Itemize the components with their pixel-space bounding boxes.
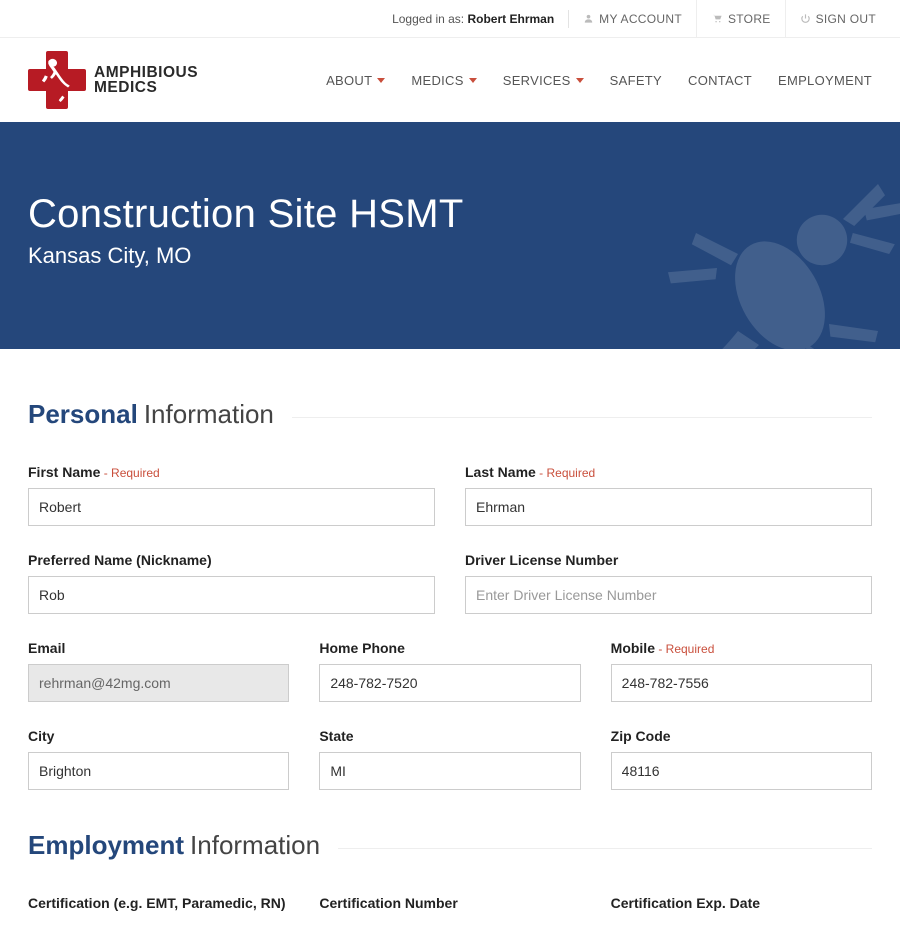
driver-license-input[interactable]: [465, 576, 872, 614]
logged-in-username: Robert Ehrman: [467, 12, 554, 26]
city-input[interactable]: [28, 752, 289, 790]
gecko-icon: [28, 51, 86, 109]
cart-icon: [711, 13, 723, 24]
personal-info-heading: Personal Information: [28, 399, 872, 430]
user-icon: [583, 13, 594, 24]
decorative-gecko-icon: [640, 142, 900, 349]
cert-exp-label: Certification Exp. Date: [611, 895, 872, 911]
first-name-label: First Name - Required: [28, 464, 435, 480]
hero-banner: Construction Site HSMT Kansas City, MO: [0, 122, 900, 349]
store-label: STORE: [728, 12, 771, 26]
certification-label: Certification (e.g. EMT, Paramedic, RN): [28, 895, 289, 911]
mobile-label: Mobile - Required: [611, 640, 872, 656]
logo-mark: [28, 51, 86, 109]
logo-text-2: MEDICS: [94, 80, 198, 96]
primary-nav: ABOUT MEDICS SERVICES SAFETY CONTACT EMP…: [326, 73, 872, 88]
employment-info-heading: Employment Information: [28, 830, 872, 861]
power-icon: [800, 13, 811, 24]
form-content: Personal Information First Name - Requir…: [0, 349, 900, 931]
first-name-input[interactable]: [28, 488, 435, 526]
email-input: [28, 664, 289, 702]
nav-medics[interactable]: MEDICS: [411, 73, 476, 88]
home-phone-input[interactable]: [319, 664, 580, 702]
zip-label: Zip Code: [611, 728, 872, 744]
logo-text: AMPHIBIOUS MEDICS: [94, 65, 198, 96]
logged-in-label: Logged in as:: [392, 12, 467, 26]
chevron-down-icon: [576, 78, 584, 83]
mobile-input[interactable]: [611, 664, 872, 702]
zip-input[interactable]: [611, 752, 872, 790]
top-utility-bar: Logged in as: Robert Ehrman MY ACCOUNT S…: [0, 0, 900, 38]
last-name-input[interactable]: [465, 488, 872, 526]
nav-employment[interactable]: EMPLOYMENT: [778, 73, 872, 88]
state-label: State: [319, 728, 580, 744]
state-input[interactable]: [319, 752, 580, 790]
chevron-down-icon: [377, 78, 385, 83]
cert-number-label: Certification Number: [319, 895, 580, 911]
my-account-link[interactable]: MY ACCOUNT: [569, 0, 696, 38]
logo[interactable]: AMPHIBIOUS MEDICS: [28, 51, 198, 109]
my-account-label: MY ACCOUNT: [599, 12, 682, 26]
city-label: City: [28, 728, 289, 744]
sign-out-label: SIGN OUT: [816, 12, 876, 26]
preferred-name-label: Preferred Name (Nickname): [28, 552, 435, 568]
nav-contact[interactable]: CONTACT: [688, 73, 752, 88]
chevron-down-icon: [469, 78, 477, 83]
store-link[interactable]: STORE: [696, 0, 786, 38]
nav-about[interactable]: ABOUT: [326, 73, 385, 88]
home-phone-label: Home Phone: [319, 640, 580, 656]
nav-services[interactable]: SERVICES: [503, 73, 584, 88]
email-label: Email: [28, 640, 289, 656]
nav-safety[interactable]: SAFETY: [610, 73, 662, 88]
driver-license-label: Driver License Number: [465, 552, 872, 568]
last-name-label: Last Name - Required: [465, 464, 872, 480]
main-navbar: AMPHIBIOUS MEDICS ABOUT MEDICS SERVICES …: [0, 38, 900, 122]
logo-text-1: AMPHIBIOUS: [94, 65, 198, 81]
sign-out-link[interactable]: SIGN OUT: [786, 0, 890, 38]
preferred-name-input[interactable]: [28, 576, 435, 614]
logged-in-text: Logged in as: Robert Ehrman: [378, 12, 568, 26]
